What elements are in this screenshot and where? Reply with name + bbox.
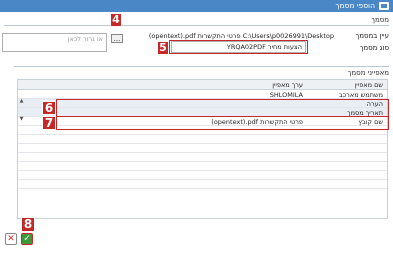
annotation-marker-5: 5 [157, 41, 169, 55]
highlight-box-5 [169, 40, 308, 54]
confirm-check-icon[interactable]: ✓ [21, 233, 33, 245]
cancel-icon[interactable]: ✕ [5, 233, 17, 245]
table-row [18, 153, 387, 162]
attributes-section-heading: מאפייני מסמך [347, 69, 389, 77]
table-header: שם מאפיין ערך מאפיין [18, 80, 387, 90]
add-document-icon [379, 2, 389, 10]
scroll-up-icon[interactable]: ▲ [18, 98, 25, 105]
table-row [18, 171, 387, 180]
window-title: הוספי מסמך [335, 1, 375, 10]
table-row[interactable]: משתמש מארכב SHLOMILA [18, 90, 387, 99]
column-header-value: ערך מאפיין [272, 81, 303, 89]
attributes-section-divider [14, 66, 389, 67]
highlight-box-7 [56, 116, 389, 130]
scroll-down-icon[interactable]: ▼ [18, 116, 25, 123]
row-name: משתמש מארכב [338, 91, 383, 99]
table-row [18, 144, 387, 153]
table-row [18, 135, 387, 144]
column-header-name: שם מאפיין [354, 81, 383, 89]
title-bar: הוספי מסמך [0, 0, 393, 12]
document-section-heading: מסמך [371, 16, 389, 24]
drop-zone[interactable]: או גרור לכאן [2, 33, 107, 52]
table-row [18, 162, 387, 171]
file-label: עיין במסמך [355, 32, 389, 40]
annotation-marker-8: 8 [21, 217, 35, 232]
highlight-box-6 [56, 99, 389, 117]
table-row [18, 180, 387, 189]
type-label: סוג מסמך [359, 44, 389, 52]
document-section-divider [4, 25, 389, 26]
annotation-marker-7: 7 [42, 116, 56, 130]
browse-button[interactable]: ... [111, 34, 123, 43]
annotation-marker-4: 4 [110, 13, 122, 27]
row-value: SHLOMILA [269, 91, 303, 99]
annotation-marker-6: 6 [42, 101, 56, 115]
